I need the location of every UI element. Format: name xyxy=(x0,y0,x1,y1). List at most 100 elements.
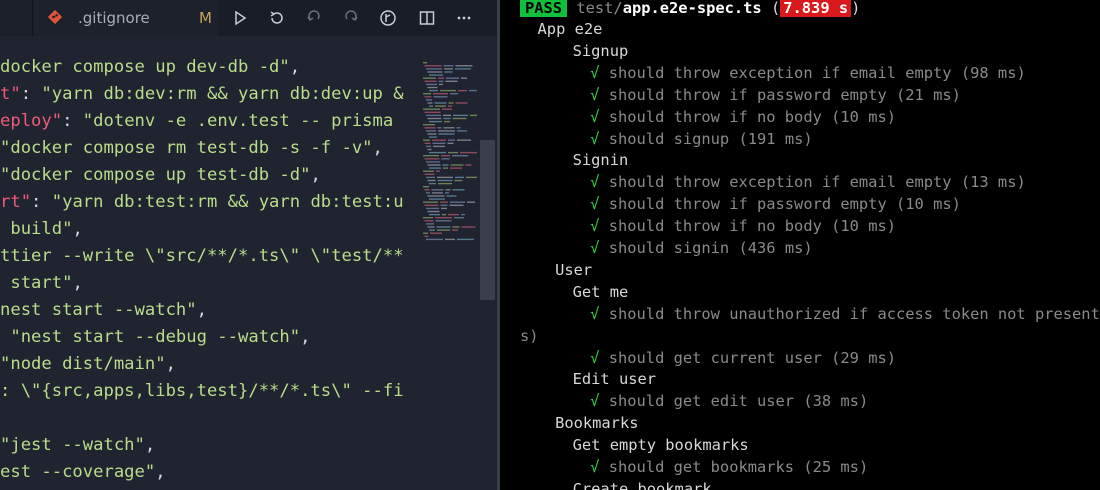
code-line: build", xyxy=(0,216,83,242)
test-case: √ should throw exception if email empty … xyxy=(590,62,1026,84)
minimap-line xyxy=(437,127,442,129)
minimap-line xyxy=(427,164,441,166)
minimap-line xyxy=(423,124,435,126)
minimap-line xyxy=(429,213,440,216)
test-case-duration: (10 ms) xyxy=(831,107,897,126)
minimap-line xyxy=(452,155,468,157)
minimap-line xyxy=(427,195,445,197)
test-case-duration: (436 ms) xyxy=(738,239,813,257)
minimap-line xyxy=(435,217,452,219)
minimap-line xyxy=(442,108,452,110)
minimap-line xyxy=(429,136,437,138)
source-control-icon[interactable] xyxy=(377,7,399,29)
code-editor[interactable]: .gitignore M docker compose up dev-db -d… xyxy=(0,0,497,490)
minimap-line xyxy=(447,142,454,144)
forward-icon[interactable] xyxy=(340,7,362,29)
json-punctuation: , xyxy=(300,327,311,347)
terminal-output[interactable]: PASS test/app.e2e-spec.ts (7.839 s) App … xyxy=(500,0,1100,490)
minimap-line xyxy=(435,105,446,107)
json-punctuation: , xyxy=(155,462,166,482)
tab-gitignore[interactable]: .gitignore M xyxy=(34,0,218,36)
minimap-line xyxy=(424,189,430,191)
minimap-line xyxy=(441,207,447,210)
minimap-line xyxy=(427,148,432,151)
minimap-line xyxy=(426,238,443,241)
json-string: docker compose up dev-db -d" xyxy=(0,57,290,77)
minimap-line xyxy=(424,158,440,160)
json-punctuation: , xyxy=(72,219,83,239)
json-string: "yarn db:test:rm && yarn db:test:u xyxy=(51,192,404,212)
test-case-duration: (21 ms) xyxy=(896,85,961,104)
test-case-name: should signin xyxy=(608,239,730,257)
git-file-icon xyxy=(48,10,62,24)
json-punctuation: , xyxy=(72,273,83,293)
minimap-line xyxy=(432,192,443,194)
check-mark-icon: √ xyxy=(590,195,600,214)
editor-scrollbar[interactable] xyxy=(480,140,495,300)
minimap-line xyxy=(448,102,454,104)
check-mark-icon: √ xyxy=(590,63,600,82)
json-punctuation: , xyxy=(165,354,176,374)
test-case-name: should throw if password empty xyxy=(608,195,887,214)
test-case-duration: (98 ms) xyxy=(960,63,1026,82)
minimap-line xyxy=(427,179,436,182)
minimap[interactable] xyxy=(421,58,477,243)
minimap-line xyxy=(450,164,464,166)
code-line: t": "yarn db:dev:rm && yarn db:dev:up & xyxy=(0,81,404,107)
back-icon[interactable] xyxy=(303,7,325,29)
time-close: ) xyxy=(851,0,861,17)
code-line: docker compose up dev-db -d", xyxy=(0,54,300,80)
test-case-duration: (13 ms) xyxy=(960,173,1026,192)
minimap-line xyxy=(440,89,456,92)
check-mark-icon: √ xyxy=(590,217,600,236)
restart-icon[interactable] xyxy=(266,7,288,29)
minimap-line xyxy=(426,68,442,70)
minimap-line xyxy=(452,117,467,120)
json-string: ttier --write \"src/**/*.ts\" \"test/** xyxy=(0,246,404,266)
minimap-line xyxy=(424,65,442,67)
minimap-line xyxy=(438,130,455,132)
test-group: Signup xyxy=(572,41,629,60)
code-line: eploy": "dotenv -e .env.test -- prisma xyxy=(0,108,393,134)
minimap-line xyxy=(437,179,453,182)
minimap-line xyxy=(443,117,451,120)
minimap-line xyxy=(424,204,439,206)
test-case: √ should throw if no body (10 ms) xyxy=(590,215,896,237)
minimap-line xyxy=(445,189,451,191)
check-mark-icon: √ xyxy=(590,85,600,104)
test-case: √ should signup (191 ms) xyxy=(590,128,812,150)
minimap-line xyxy=(443,114,451,117)
more-actions-icon[interactable] xyxy=(453,7,475,29)
minimap-line xyxy=(446,195,457,197)
minimap-line xyxy=(450,93,458,95)
check-mark-icon: √ xyxy=(590,304,600,323)
json-string: : \"{src,apps,libs,test}/**/*.ts\" --fi xyxy=(0,381,404,401)
minimap-line xyxy=(438,77,444,79)
check-mark-icon: √ xyxy=(590,348,600,367)
minimap-line xyxy=(423,139,430,141)
minimap-line xyxy=(433,145,445,148)
test-case-name: should throw if password empty xyxy=(608,85,887,104)
code-line: "jest --watch", xyxy=(0,432,155,458)
test-case-name: should get bookmarks xyxy=(608,458,795,476)
test-group: Bookmarks xyxy=(555,414,639,433)
split-editor-icon[interactable] xyxy=(416,7,438,29)
test-case-name: should throw exception if email empty xyxy=(608,173,952,192)
minimap-line xyxy=(438,182,452,185)
minimap-line xyxy=(424,80,437,82)
json-string: est --coverage" xyxy=(0,462,156,482)
time-open: ( xyxy=(761,0,781,17)
minimap-line xyxy=(424,127,436,129)
minimap-line xyxy=(438,80,444,82)
minimap-line xyxy=(440,204,448,206)
minimap-line xyxy=(444,68,453,70)
test-case: √ should throw if no body (10 ms) xyxy=(590,106,896,128)
json-string: "yarn db:dev:rm && yarn db:dev:up & xyxy=(41,84,404,104)
editor-tab-previous[interactable] xyxy=(0,0,33,36)
run-icon[interactable] xyxy=(229,7,251,29)
test-group: App e2e xyxy=(537,20,603,38)
minimap-line xyxy=(461,226,476,228)
minimap-line xyxy=(465,164,472,166)
minimap-line xyxy=(426,223,434,225)
minimap-line xyxy=(449,204,464,206)
